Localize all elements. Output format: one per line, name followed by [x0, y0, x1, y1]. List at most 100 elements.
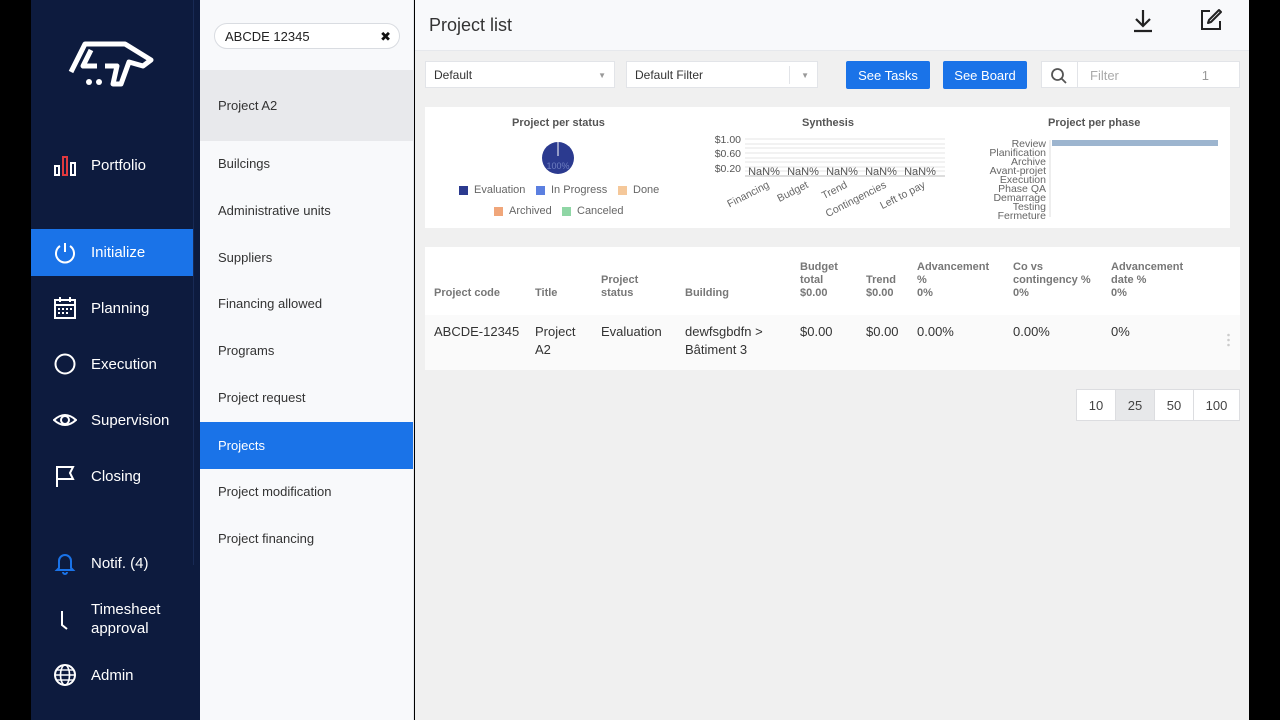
y-tick-label: Fermeture	[998, 210, 1047, 222]
header-line: Co vs	[1013, 261, 1043, 273]
column-header-budget-total[interactable]: Budget total $0.00	[800, 261, 838, 300]
legend-label: In Progress	[551, 184, 608, 196]
synthesis-bar-chart[interactable]: $1.00 $0.60 $0.20 NaN%FinancingNaN%Budge…	[705, 131, 955, 228]
nav-item-label: Initialize	[91, 244, 146, 261]
cell-building[interactable]: dewfsgbdfn > Bâtiment 3	[685, 323, 763, 359]
x-tick-label: Left to pay	[878, 179, 928, 212]
x-tick-label: Budget	[775, 179, 810, 205]
subnav-item-project-request[interactable]: Project request	[200, 374, 413, 421]
data-label: NaN%	[865, 166, 897, 178]
nav-item-execution[interactable]: Execution	[31, 340, 193, 388]
subnav-item-administrative-units[interactable]: Administrative units	[200, 187, 413, 234]
data-label: NaN%	[904, 166, 936, 178]
legend-item-archived[interactable]: Archived	[494, 205, 552, 217]
column-header-building[interactable]: Building	[685, 287, 729, 300]
cell-trend[interactable]: $0.00	[866, 323, 899, 341]
header-line: date %	[1111, 274, 1147, 286]
app-logo[interactable]	[67, 36, 157, 88]
current-project[interactable]: Project A2	[200, 70, 413, 141]
data-label: NaN%	[826, 166, 858, 178]
timesheet-icon	[53, 607, 77, 631]
data-label: NaN%	[748, 166, 780, 178]
legend-item-canceled[interactable]: Canceled	[562, 205, 623, 217]
header-line: Advancement	[1111, 261, 1184, 273]
sidebar-scrollbar[interactable]	[193, 0, 200, 565]
nav-item-notifications[interactable]: Notif. (4)	[31, 539, 193, 587]
see-board-button[interactable]: See Board	[943, 61, 1027, 89]
cell-advancement[interactable]: 0.00%	[917, 323, 954, 341]
page-size-100[interactable]: 100	[1193, 389, 1240, 421]
subnav-item-buildings[interactable]: Builcings	[200, 140, 413, 187]
y-tick-label: $0.60	[715, 148, 741, 160]
header-total: $0.00	[866, 287, 894, 299]
nav-item-portfolio[interactable]: Portfolio	[31, 141, 193, 189]
main-content: Project list Default ▼ Default Filter ▼ …	[415, 0, 1249, 720]
cell-contingency[interactable]: 0.00%	[1013, 323, 1050, 341]
pie-center-label: 100%	[546, 161, 569, 171]
cell-status[interactable]: Evaluation	[601, 323, 662, 341]
cell-line: dewfsgbdfn >	[685, 324, 763, 339]
page-size-50[interactable]: 50	[1154, 389, 1194, 421]
subnav-item-suppliers[interactable]: Suppliers	[200, 234, 413, 281]
column-header-advancement-date[interactable]: Advancement date % 0%	[1111, 261, 1183, 300]
legend-item-evaluation[interactable]: Evaluation	[459, 184, 525, 196]
column-header-project-code[interactable]: Project code	[434, 287, 500, 300]
subnav-item-financing-allowed[interactable]: Financing allowed	[200, 280, 413, 327]
charts-panel: Project per status 100% Evaluation In Pr…	[425, 107, 1230, 228]
y-tick-label: $0.20	[715, 163, 741, 175]
view-select[interactable]: Default ▼	[425, 61, 615, 88]
nav-item-planning[interactable]: Planning	[31, 284, 193, 332]
chevron-down-icon: ▼	[801, 71, 809, 80]
status-chart-title: Project per status	[512, 117, 605, 129]
page-title: Project list	[429, 15, 513, 35]
clear-icon[interactable]: ✖	[380, 29, 391, 45]
nav-item-initialize[interactable]: Initialize	[31, 229, 193, 276]
search-icon[interactable]	[1050, 67, 1068, 85]
phase-bar-chart[interactable]: ReviewPlanificationArchiveAvant-projetEx…	[970, 137, 1230, 222]
nav-item-supervision[interactable]: Supervision	[31, 396, 193, 444]
legend-swatch	[494, 206, 503, 216]
nav-item-closing[interactable]: Closing	[31, 452, 193, 500]
row-menu-icon[interactable]	[1227, 333, 1230, 347]
cell-advancement-date[interactable]: 0%	[1111, 323, 1130, 341]
cell-budget-total[interactable]: $0.00	[800, 323, 833, 341]
header-total: 0%	[917, 287, 933, 299]
subnav-item-programs[interactable]: Programs	[200, 327, 413, 374]
legend-label: Done	[633, 184, 660, 196]
cell-title[interactable]: Project A2	[535, 323, 575, 359]
header-total: 0%	[1111, 287, 1127, 299]
download-icon[interactable]	[1131, 8, 1155, 34]
status-pie-chart[interactable]: 100%	[541, 141, 575, 175]
column-header-project-status[interactable]: Project status	[601, 274, 638, 300]
legend-swatch	[618, 185, 627, 195]
subnav-item-project-modification[interactable]: Project modification	[200, 468, 413, 515]
header-line: contingency %	[1013, 274, 1091, 286]
page-size-25[interactable]: 25	[1115, 389, 1155, 421]
phase-chart-title: Project per phase	[1048, 117, 1141, 129]
filter-input[interactable]: Filter 1	[1041, 61, 1240, 88]
column-header-advancement[interactable]: Advancement % 0%	[917, 261, 989, 300]
globe-icon	[53, 663, 77, 687]
legend-item-in-progress[interactable]: In Progress	[536, 184, 607, 196]
see-tasks-button[interactable]: See Tasks	[846, 61, 930, 89]
cell-project-code[interactable]: ABCDE-12345	[434, 323, 519, 341]
subnav-item-project-financing[interactable]: Project financing	[200, 515, 413, 562]
bar-review[interactable]	[1052, 140, 1218, 146]
legend-item-done[interactable]: Done	[618, 184, 659, 196]
nav-item-admin[interactable]: Admin	[31, 651, 193, 699]
column-header-title[interactable]: Title	[535, 287, 557, 300]
filter-select-value: Default Filter	[635, 67, 704, 82]
column-header-contingency[interactable]: Co vs contingency % 0%	[1013, 261, 1091, 300]
page-size-10[interactable]: 10	[1076, 389, 1116, 421]
secondary-sidebar: ABCDE 12345 ✖ Project A2 Builcings Admin…	[200, 0, 414, 720]
filter-select[interactable]: Default Filter ▼	[626, 61, 818, 88]
project-search-input[interactable]: ABCDE 12345 ✖	[214, 23, 400, 49]
column-header-trend[interactable]: Trend $0.00	[866, 274, 896, 300]
nav-item-timesheet-approval[interactable]: Timesheet approval	[31, 595, 193, 643]
bar-chart-icon	[53, 153, 77, 177]
subnav-item-projects[interactable]: Projects	[200, 422, 413, 469]
nav-item-label: Notif. (4)	[91, 554, 149, 572]
edit-icon[interactable]	[1199, 8, 1223, 32]
circle-progress-icon	[53, 352, 77, 376]
x-tick-label: Financing	[725, 179, 771, 210]
